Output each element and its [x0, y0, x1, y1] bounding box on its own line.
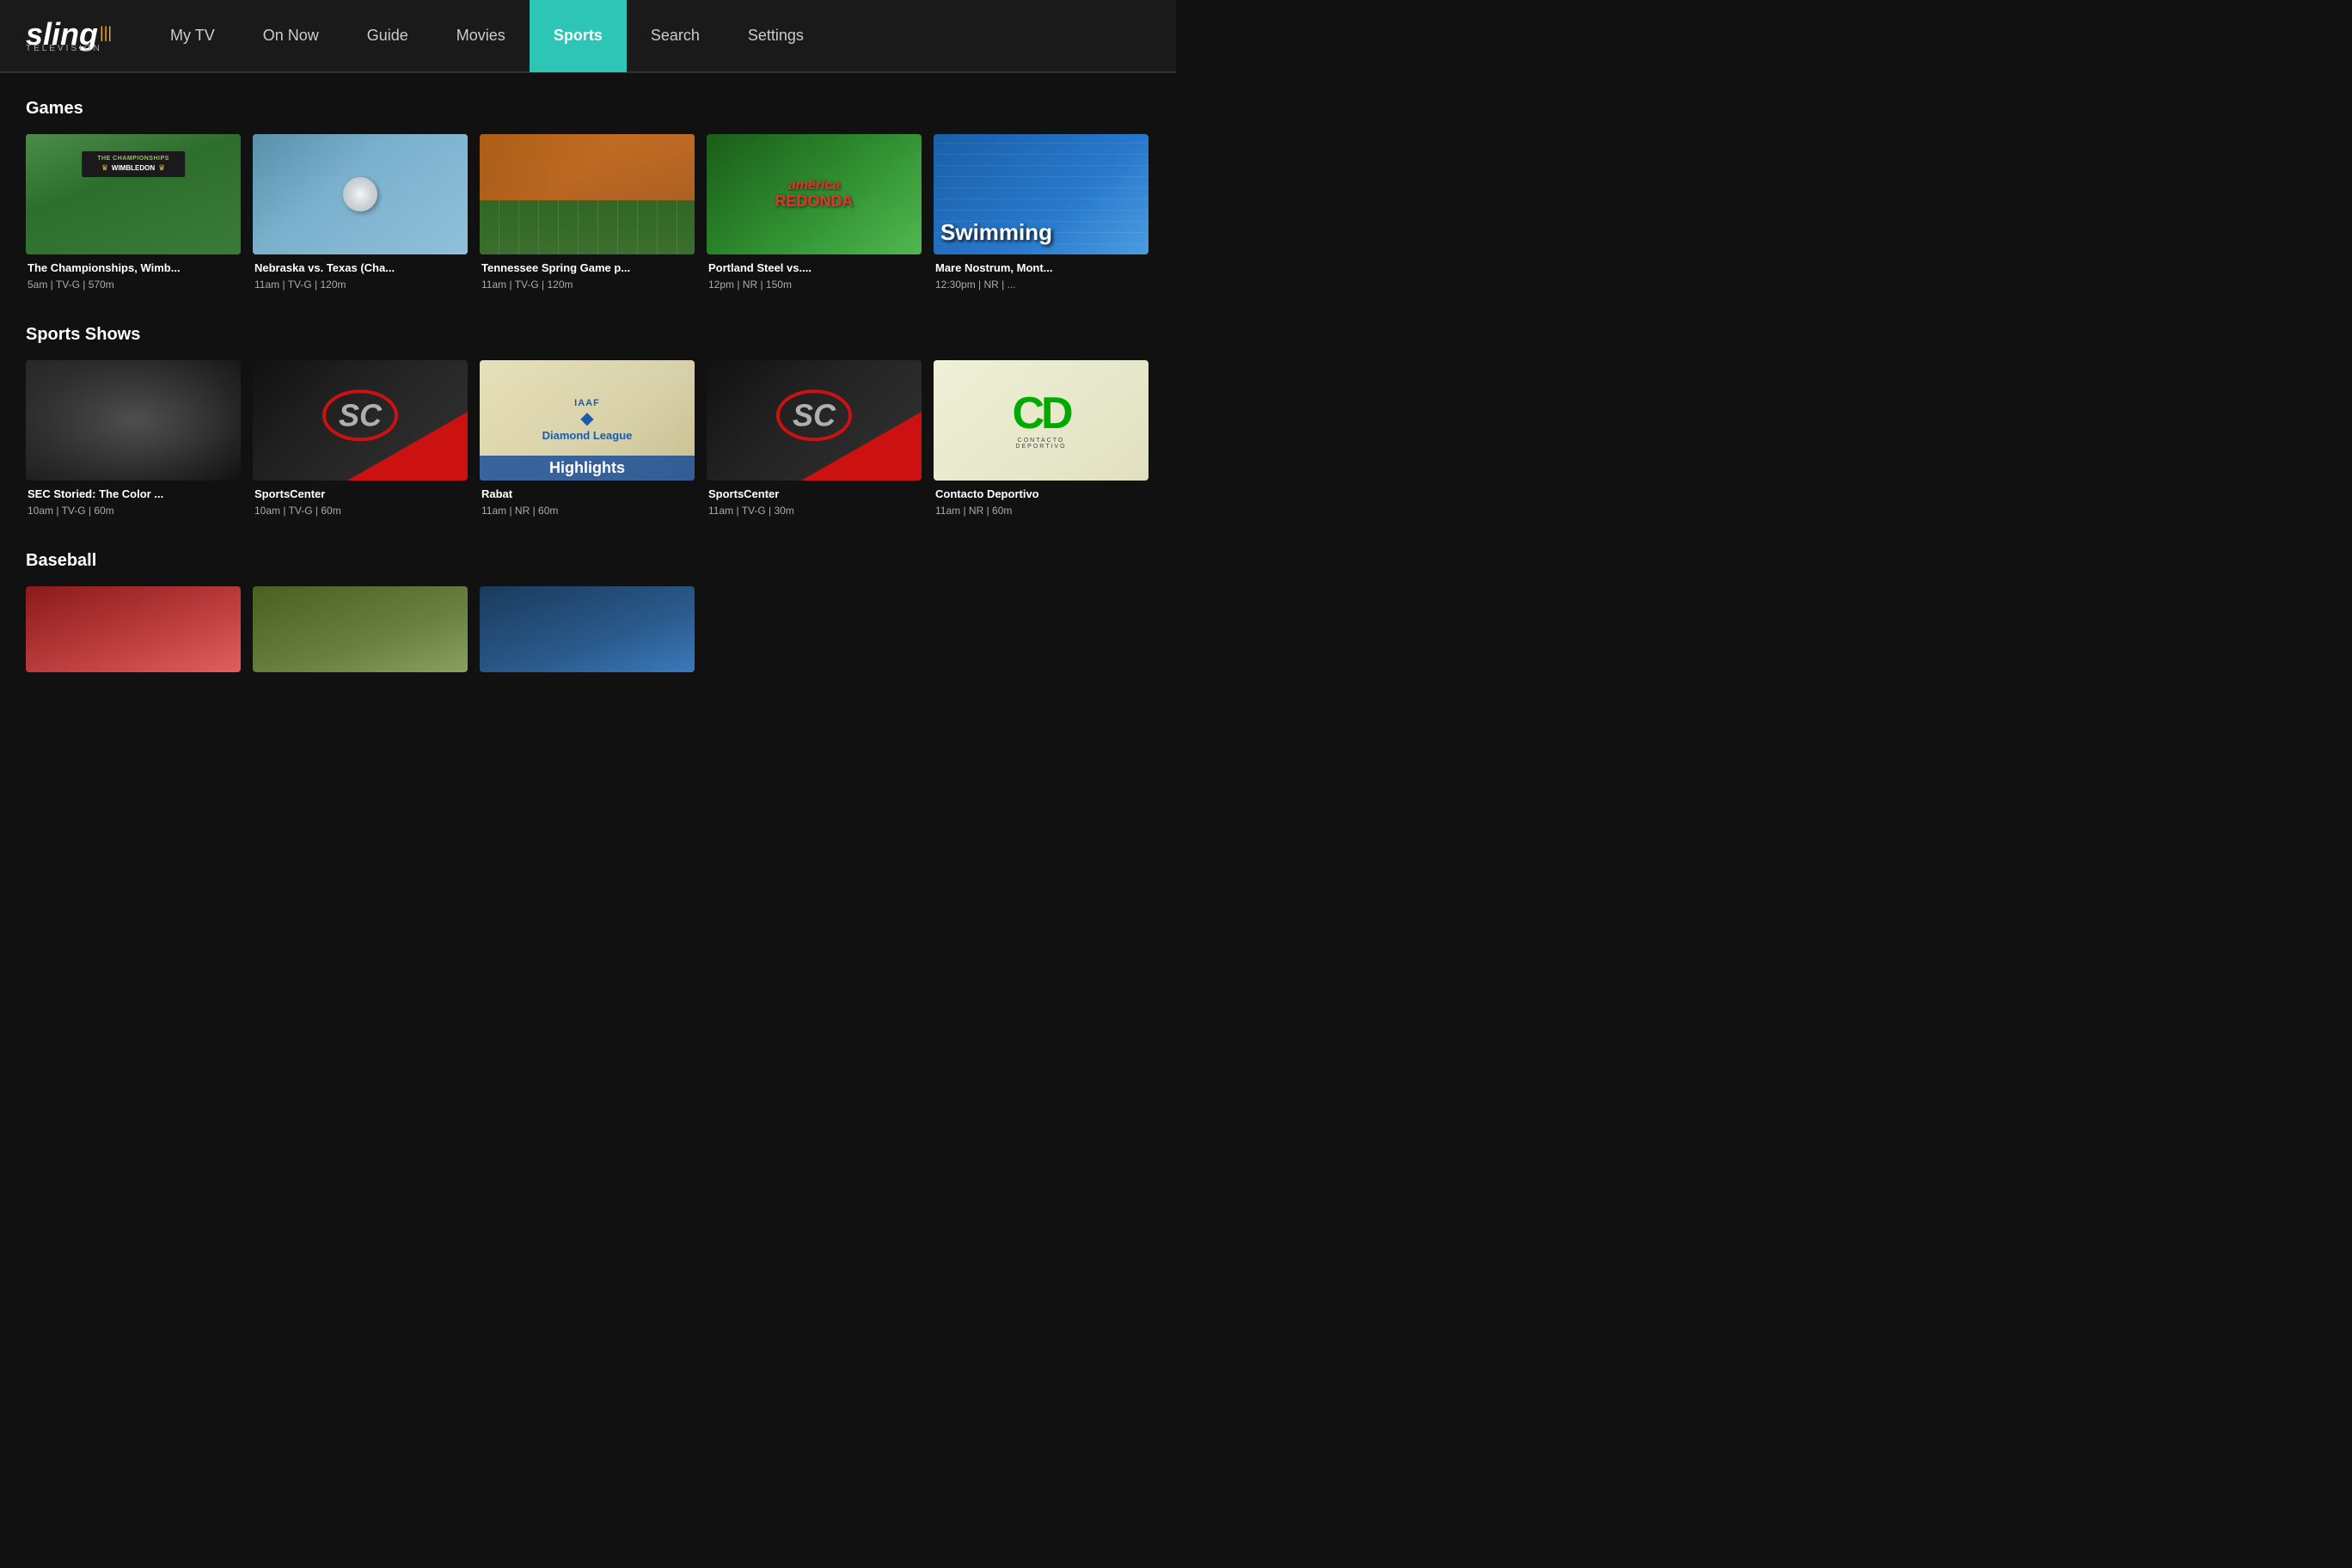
- section-sports-shows: Sports Shows SEC Storied: The Color ... …: [26, 325, 1150, 517]
- main-content: Games THE CHAMPIONSHIPS ♛ WIMBLEDON ♛: [0, 73, 1176, 732]
- card-sec-meta: 10am | TV-G | 60m: [28, 505, 239, 517]
- card-baseball1[interactable]: [26, 586, 241, 672]
- games-cards-row: THE CHAMPIONSHIPS ♛ WIMBLEDON ♛ The Cham…: [26, 134, 1150, 291]
- card-nebraska[interactable]: Nebraska vs. Texas (Cha... 11am | TV-G |…: [253, 134, 468, 291]
- main-nav: My TV On Now Guide Movies Sports Search …: [146, 0, 1150, 72]
- card-iaaf[interactable]: IAAF ◆ Diamond League Highlights Rabat 1…: [480, 360, 695, 517]
- card-sportscenter2-meta: 11am | TV-G | 30m: [708, 505, 920, 517]
- card-nebraska-info: Nebraska vs. Texas (Cha... 11am | TV-G |…: [253, 254, 468, 291]
- card-tennessee-info: Tennessee Spring Game p... 11am | TV-G |…: [480, 254, 695, 291]
- card-sportscenter1[interactable]: SC SportsCenter 10am | TV-G | 60m: [253, 360, 468, 517]
- section-baseball-title: Baseball: [26, 551, 1150, 571]
- card-swimming[interactable]: Swimming Mare Nostrum, Mont... 12:30pm |…: [934, 134, 1148, 291]
- card-sec-title: SEC Storied: The Color ...: [28, 487, 239, 502]
- sports-shows-cards-row: SEC Storied: The Color ... 10am | TV-G |…: [26, 360, 1150, 517]
- card-portland-meta: 12pm | NR | 150m: [708, 279, 920, 291]
- card-nebraska-meta: 11am | TV-G | 120m: [254, 279, 466, 291]
- card-portland[interactable]: américa REDONDA Portland Steel vs.... 12…: [707, 134, 922, 291]
- baseball-cards-row: [26, 586, 1150, 672]
- card-wimbledon-meta: 5am | TV-G | 570m: [28, 279, 239, 291]
- logo-tv-text: TELEVISION: [26, 45, 112, 53]
- card-portland-info: Portland Steel vs.... 12pm | NR | 150m: [707, 254, 922, 291]
- card-sportscenter1-title: SportsCenter: [254, 487, 466, 502]
- card-iaaf-meta: 11am | NR | 60m: [481, 505, 693, 517]
- logo[interactable]: sling ||| TELEVISION: [26, 19, 112, 53]
- card-sportscenter1-meta: 10am | TV-G | 60m: [254, 505, 466, 517]
- nav-item-my-tv[interactable]: My TV: [146, 0, 239, 72]
- card-tennessee[interactable]: Tennessee Spring Game p... 11am | TV-G |…: [480, 134, 695, 291]
- card-contacto-info: Contacto Deportivo 11am | NR | 60m: [934, 481, 1148, 517]
- nav-item-sports[interactable]: Sports: [530, 0, 627, 72]
- sportscenter-sc-icon: SC: [317, 389, 403, 441]
- svg-text:SC: SC: [339, 397, 383, 432]
- card-baseball2[interactable]: [253, 586, 468, 672]
- svg-text:SC: SC: [793, 397, 836, 432]
- card-sportscenter1-info: SportsCenter 10am | TV-G | 60m: [253, 481, 468, 517]
- section-baseball: Baseball: [26, 551, 1150, 672]
- card-wimbledon[interactable]: THE CHAMPIONSHIPS ♛ WIMBLEDON ♛ The Cham…: [26, 134, 241, 291]
- header: sling ||| TELEVISION My TV On Now Guide …: [0, 0, 1176, 73]
- card-wimbledon-title: The Championships, Wimb...: [28, 261, 239, 276]
- card-sec[interactable]: SEC Storied: The Color ... 10am | TV-G |…: [26, 360, 241, 517]
- nav-item-guide[interactable]: Guide: [343, 0, 432, 72]
- card-nebraska-title: Nebraska vs. Texas (Cha...: [254, 261, 466, 276]
- section-sports-shows-title: Sports Shows: [26, 325, 1150, 345]
- nav-item-search[interactable]: Search: [627, 0, 724, 72]
- card-portland-title: Portland Steel vs....: [708, 261, 920, 276]
- sportscenter2-sc-icon: SC: [771, 389, 857, 441]
- nav-item-movies[interactable]: Movies: [432, 0, 530, 72]
- card-tennessee-title: Tennessee Spring Game p...: [481, 261, 693, 276]
- card-wimbledon-info: The Championships, Wimb... 5am | TV-G | …: [26, 254, 241, 291]
- nav-item-on-now[interactable]: On Now: [239, 0, 343, 72]
- section-games-title: Games: [26, 99, 1150, 119]
- card-sportscenter2[interactable]: SC SportsCenter 11am | TV-G | 30m: [707, 360, 922, 517]
- card-swimming-title: Mare Nostrum, Mont...: [935, 261, 1147, 276]
- card-contacto-title: Contacto Deportivo: [935, 487, 1147, 502]
- card-contacto-meta: 11am | NR | 60m: [935, 505, 1147, 517]
- nav-item-settings[interactable]: Settings: [724, 0, 828, 72]
- card-swimming-meta: 12:30pm | NR | ...: [935, 279, 1147, 291]
- card-swimming-info: Mare Nostrum, Mont... 12:30pm | NR | ...: [934, 254, 1148, 291]
- card-contacto[interactable]: CD CONTACTODEPORTIVO Contacto Deportivo …: [934, 360, 1148, 517]
- card-baseball3[interactable]: [480, 586, 695, 672]
- card-sportscenter2-title: SportsCenter: [708, 487, 920, 502]
- card-sec-info: SEC Storied: The Color ... 10am | TV-G |…: [26, 481, 241, 517]
- section-games: Games THE CHAMPIONSHIPS ♛ WIMBLEDON ♛: [26, 99, 1150, 291]
- card-tennessee-meta: 11am | TV-G | 120m: [481, 279, 693, 291]
- card-iaaf-title: Rabat: [481, 487, 693, 502]
- logo-signal-icon: |||: [100, 25, 112, 40]
- card-sportscenter2-info: SportsCenter 11am | TV-G | 30m: [707, 481, 922, 517]
- card-iaaf-info: Rabat 11am | NR | 60m: [480, 481, 695, 517]
